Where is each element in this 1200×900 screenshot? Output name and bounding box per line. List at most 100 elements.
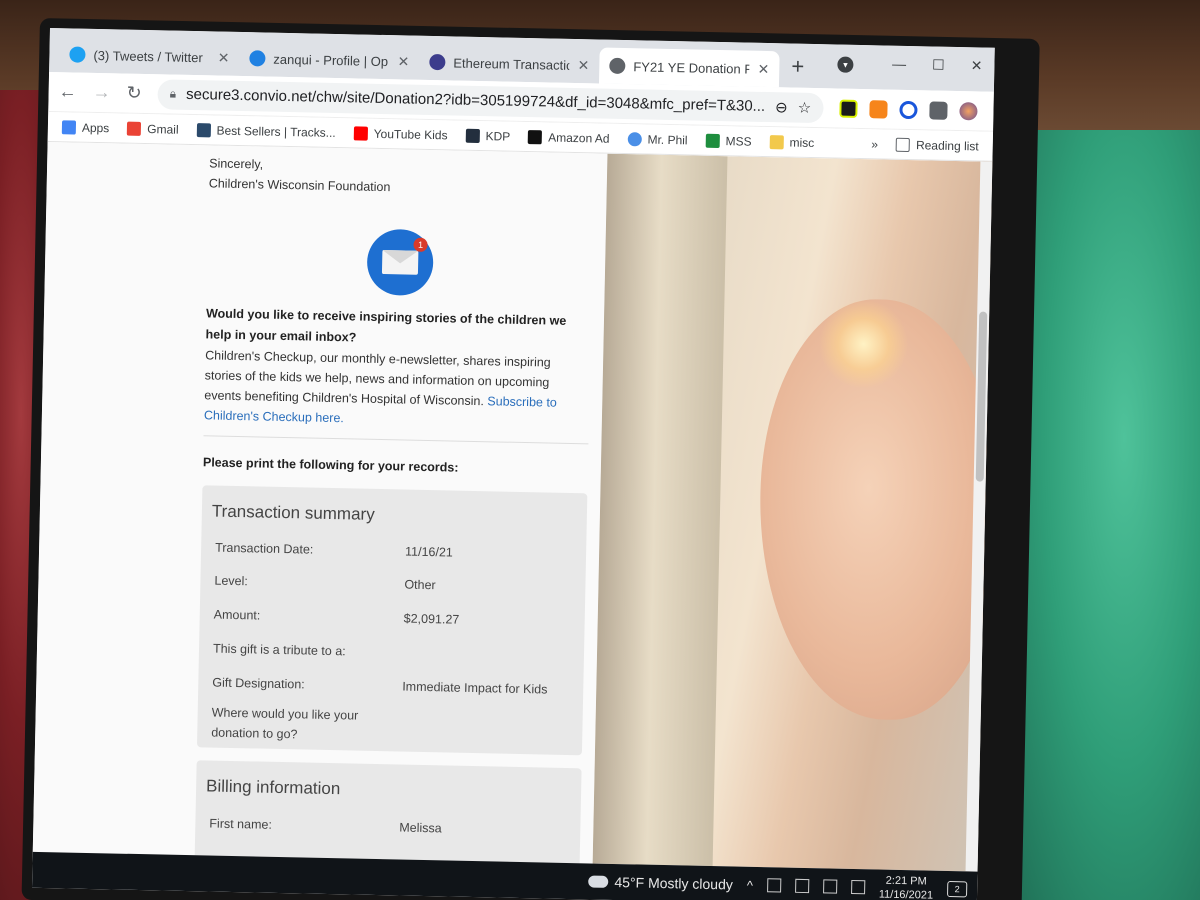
confirmation-column: Sincerely, Children's Wisconsin Foundati… — [194, 145, 605, 872]
signoff: Sincerely, Children's Wisconsin Foundati… — [209, 153, 391, 197]
tray-expand-icon[interactable]: ^ — [747, 877, 753, 892]
bookmark-label: Apps — [81, 120, 110, 135]
clock-date: 11/16/2021 — [878, 888, 934, 900]
bookmark-label: MSS — [725, 133, 752, 149]
globe-icon — [627, 131, 642, 146]
row-value: Immediate Impact for Kids — [402, 679, 548, 697]
notification-badge: 1 — [413, 237, 428, 252]
youtube-icon — [353, 125, 368, 141]
page-content: Sincerely, Children's Wisconsin Foundati… — [32, 141, 993, 872]
window-controls: — ☐ ✕ — [892, 56, 983, 75]
bookmark-best-sellers[interactable]: Best Sellers | Tracks... — [196, 122, 336, 140]
bird-icon — [196, 122, 211, 137]
reading-list-label: Reading list — [915, 137, 979, 153]
tab-title: Ethereum Transactio — [453, 54, 570, 73]
row-label: This gift is a tribute to a: — [212, 641, 346, 659]
amazon-icon — [528, 129, 543, 144]
bookmark-mss[interactable]: MSS — [705, 133, 752, 149]
photo-hair-region — [592, 153, 728, 867]
bookmark-label: YouTube Kids — [373, 126, 448, 142]
transaction-summary-panel: Transaction summary Transaction Date: 11… — [196, 485, 588, 756]
maximize-button[interactable]: ☐ — [932, 56, 945, 73]
close-tab-icon[interactable]: ✕ — [757, 60, 769, 77]
minimize-button[interactable]: — — [892, 56, 906, 73]
bookmark-gmail[interactable]: Gmail — [127, 121, 179, 136]
tab-title: zanqui - Profile | Op — [273, 51, 389, 69]
amazon-kdp-icon — [465, 128, 480, 143]
laptop-screen: (3) Tweets / Twitter ✕ zanqui - Profile … — [31, 28, 995, 900]
row-label: First name: — [209, 816, 273, 832]
bookmark-mr-phil[interactable]: Mr. Phil — [627, 131, 688, 147]
billing-row: First name: Melissa — [195, 806, 581, 848]
dropbox-icon[interactable] — [822, 879, 838, 894]
tab-donation[interactable]: FY21 YE Donation F ✕ — [598, 47, 780, 88]
print-records-label: Please print the following for your reco… — [202, 455, 459, 475]
battery-icon[interactable] — [850, 879, 866, 895]
bookmark-misc[interactable]: misc — [769, 134, 815, 150]
email-icon: 1 — [366, 228, 434, 297]
apps-grid-icon — [61, 119, 77, 135]
url-text[interactable]: secure3.convio.net/chw/site/Donation2?id… — [186, 86, 765, 115]
zoom-icon[interactable]: ⊖ — [775, 98, 788, 116]
lock-icon[interactable]: 🔒︎ — [170, 87, 177, 102]
network-icon[interactable] — [794, 878, 810, 894]
envelope-icon — [381, 250, 419, 275]
metamask-fox-icon[interactable] — [868, 99, 888, 119]
newsletter-body: Children's Checkup, our monthly e-newsle… — [204, 345, 586, 433]
bookmark-label: misc — [789, 135, 815, 150]
bookmark-label: KDP — [485, 128, 511, 144]
row-value: 11/16/21 — [404, 544, 453, 560]
tab-opensea-profile[interactable]: zanqui - Profile | Op ✕ — [239, 40, 420, 80]
profile-avatar-icon[interactable] — [958, 101, 978, 120]
close-tab-icon[interactable]: ✕ — [397, 53, 409, 70]
reading-list-button[interactable]: Reading list — [895, 137, 979, 153]
scrollbar-thumb[interactable] — [975, 311, 988, 482]
close-window-button[interactable]: ✕ — [970, 57, 983, 74]
row-value: Melissa — [399, 820, 442, 836]
bookmarks-overflow-button[interactable]: » — [871, 137, 878, 151]
new-tab-button[interactable]: + — [779, 53, 817, 88]
close-tab-icon[interactable]: ✕ — [577, 57, 589, 74]
reload-button[interactable]: ↻ — [126, 83, 142, 104]
reading-list-icon — [895, 137, 911, 152]
bookmark-label: Gmail — [147, 121, 179, 137]
weather-widget[interactable]: 45°F Mostly cloudy — [588, 873, 733, 892]
green-cushion — [1010, 130, 1200, 900]
notification-center-icon[interactable]: 2 — [946, 880, 968, 898]
tab-twitter[interactable]: (3) Tweets / Twitter ✕ — [59, 36, 240, 76]
divider — [203, 435, 589, 445]
sheets-icon — [705, 133, 720, 148]
tab-search-icon[interactable]: ▾ — [837, 56, 854, 73]
panel-title: Transaction summary — [211, 501, 375, 524]
billing-information-panel: Billing information First name: Melissa — [194, 760, 582, 872]
bookmark-youtube-kids[interactable]: YouTube Kids — [353, 125, 448, 142]
extension-ring-icon[interactable] — [898, 100, 918, 119]
bookmark-amazon-ad[interactable]: Amazon Ad — [528, 129, 610, 145]
forward-button[interactable]: → — [92, 82, 110, 103]
mother-child-photo — [592, 153, 993, 872]
tray-app-icon[interactable] — [766, 878, 782, 893]
tab-etherscan[interactable]: Ethereum Transactio ✕ — [419, 44, 600, 84]
puzzle-icon[interactable] — [928, 100, 948, 120]
row-label: Amount: — [213, 607, 261, 623]
system-clock[interactable]: 2:21 PM 11/16/2021 — [879, 874, 934, 900]
close-tab-icon[interactable]: ✕ — [218, 49, 230, 66]
extension-arrow-icon[interactable] — [838, 99, 858, 118]
clock-time: 2:21 PM — [885, 874, 927, 888]
back-button[interactable]: ← — [58, 81, 76, 102]
row-label: Where would you like your donation to go… — [211, 705, 359, 742]
gmail-icon — [127, 121, 142, 136]
extensions-area: ⋮ — [838, 98, 995, 121]
etherscan-icon — [429, 53, 446, 71]
row-label: Level: — [214, 573, 248, 589]
opensea-icon — [249, 50, 266, 67]
bookmark-kdp[interactable]: KDP — [465, 128, 510, 143]
row-value: Other — [404, 577, 436, 593]
bookmark-label: Mr. Phil — [647, 132, 688, 147]
twitter-icon — [69, 46, 86, 63]
bookmark-star-icon[interactable]: ☆ — [798, 98, 812, 116]
summary-row: Where would you like your donation to go… — [197, 699, 583, 753]
folder-icon — [769, 134, 784, 149]
globe-icon — [609, 57, 626, 75]
bookmark-apps[interactable]: Apps — [61, 119, 110, 135]
